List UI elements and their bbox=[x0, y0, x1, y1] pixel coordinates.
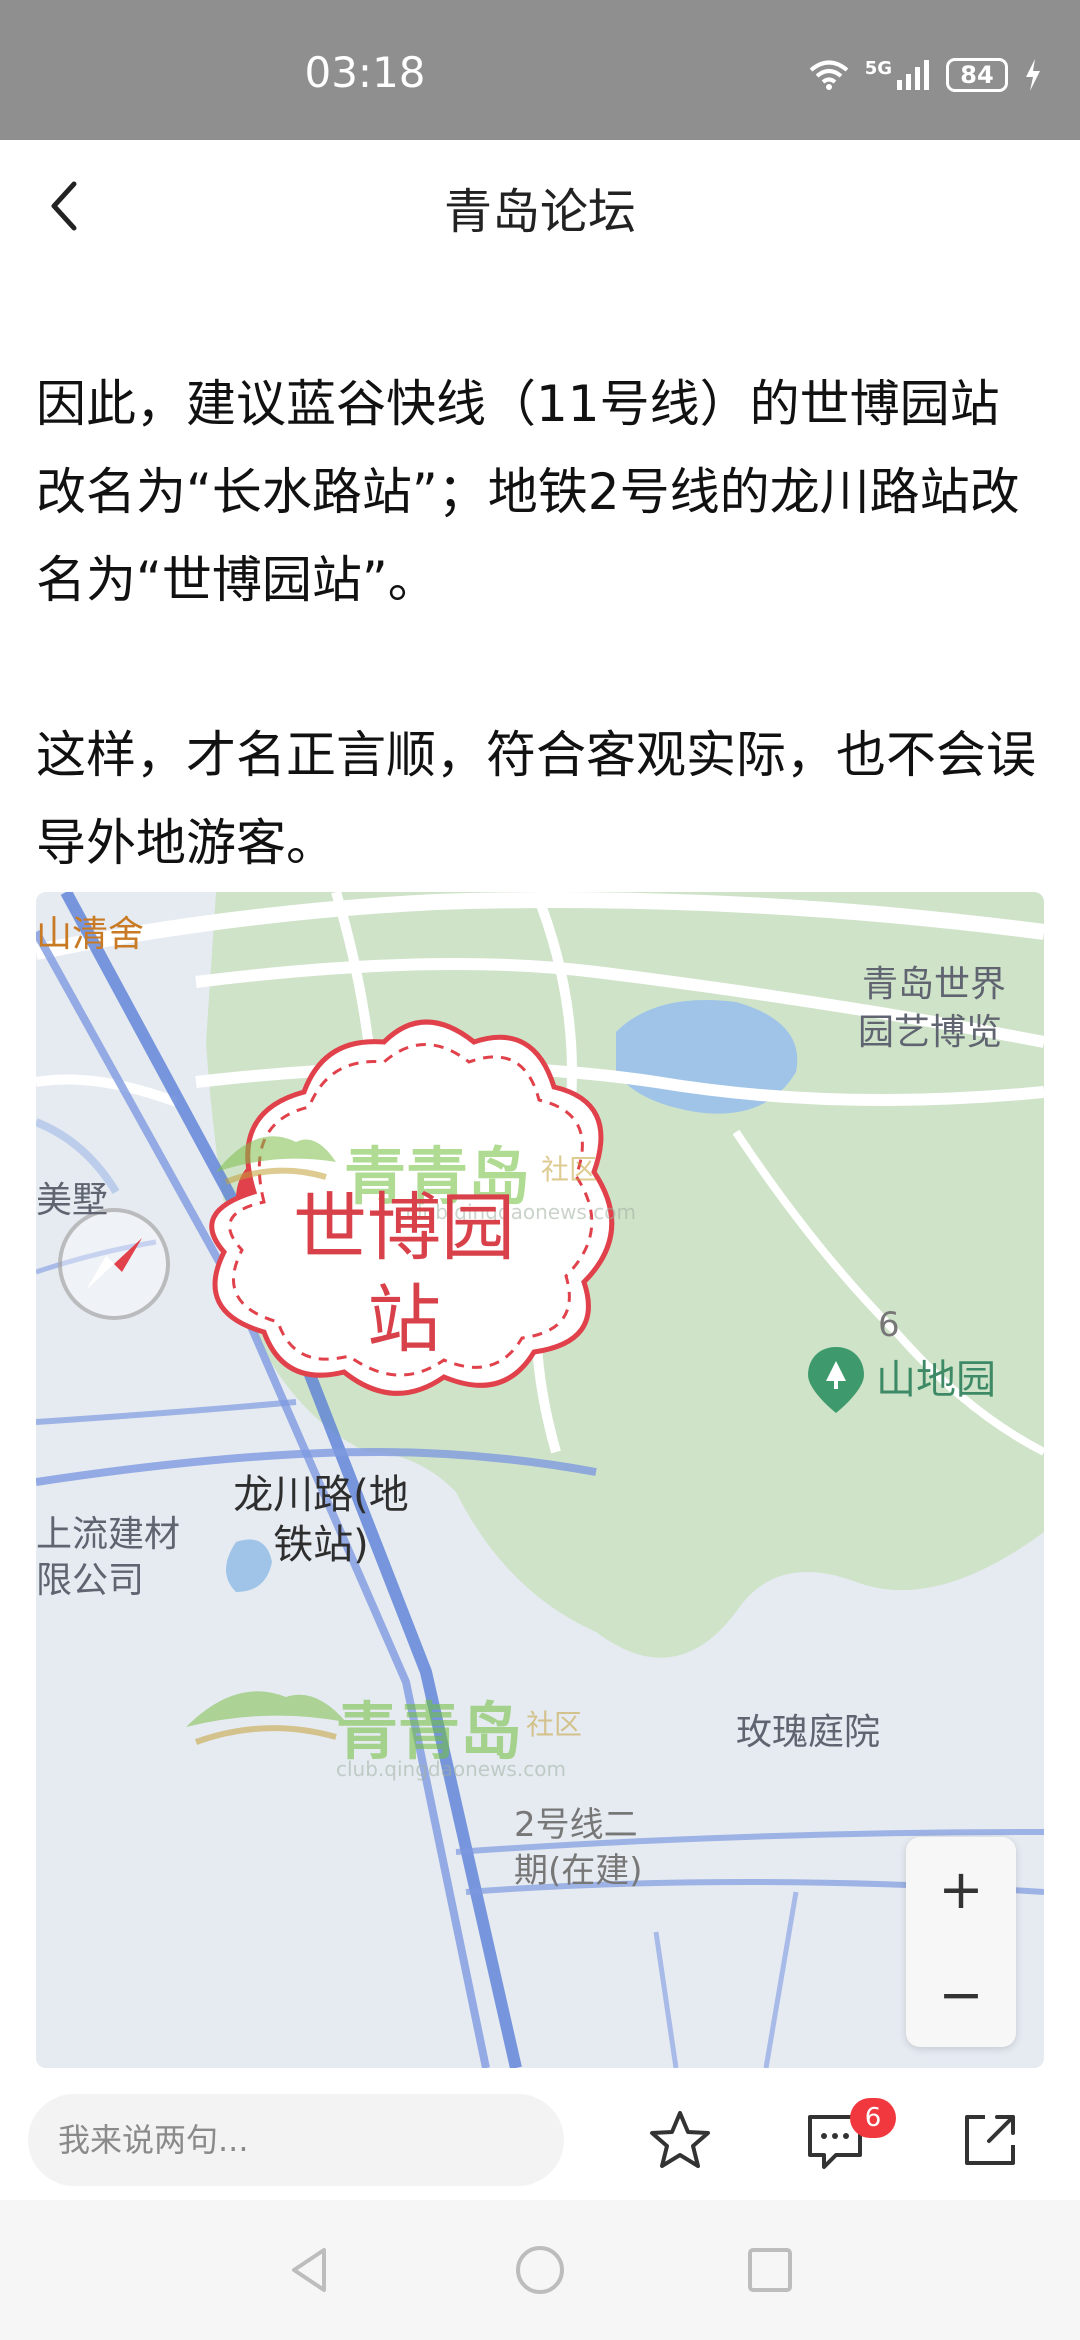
article-paragraph: 因此，建议蓝谷快线（11号线）的世博园站改名为“长水路站”；地铁2号线的龙川路站… bbox=[36, 375, 1020, 609]
comment-input[interactable]: 我来说两句... bbox=[28, 2094, 564, 2186]
bottom-action-bar: 我来说两句... 6 bbox=[0, 2080, 1080, 2200]
map-label: 青岛世界 bbox=[862, 962, 1042, 1008]
map-label: 6 bbox=[878, 1305, 900, 1345]
map-label: 美墅 bbox=[36, 1180, 109, 1221]
watermark-logo: 青青岛 社区 club.qingdaonews.com bbox=[186, 1677, 646, 1807]
share-icon[interactable] bbox=[955, 2105, 1025, 2175]
status-time: 03:18 bbox=[304, 48, 426, 97]
zoom-out-button[interactable]: − bbox=[906, 1942, 1016, 2047]
watermark-sub: 社区 bbox=[526, 1708, 583, 1741]
map-label: 上流建材 限公司 bbox=[36, 1512, 180, 1604]
callout-line: 世博园 bbox=[293, 1185, 515, 1271]
map-label-line: 2号线二 bbox=[514, 1805, 638, 1845]
star-icon[interactable] bbox=[645, 2105, 715, 2175]
battery-level: 84 bbox=[960, 61, 994, 89]
battery-icon: 84 bbox=[946, 58, 1008, 92]
comment-count-badge: 6 bbox=[850, 2098, 896, 2138]
compass-icon[interactable] bbox=[58, 1208, 170, 1320]
system-nav-bar bbox=[0, 2200, 1080, 2340]
nav-back-icon[interactable] bbox=[280, 2240, 340, 2300]
map-label-line: 期(在建) bbox=[514, 1851, 643, 1891]
station-callout-text: 世博园 站 bbox=[269, 1182, 539, 1366]
zoom-controls: + − bbox=[906, 1837, 1016, 2047]
network-type: 5G bbox=[864, 58, 892, 79]
station-label-line: 龙川路(地 bbox=[233, 1472, 409, 1518]
page-title: 青岛论坛 bbox=[443, 184, 636, 240]
map-label-line: 限公司 bbox=[36, 1560, 145, 1601]
article-paragraph: 这样，才名正言顺，符合客观实际，也不会误导外地游客。 bbox=[36, 726, 1036, 872]
watermark-url: club.qingdaonews.com bbox=[336, 1757, 566, 1781]
page-header: 青岛论坛 bbox=[0, 140, 1080, 270]
map-label: 园艺博览 bbox=[858, 1012, 1003, 1053]
map-label: 山清舍 bbox=[36, 914, 145, 955]
signal-icon bbox=[897, 60, 929, 90]
map-label: 玫瑰庭院 bbox=[736, 1712, 881, 1753]
nav-home-icon[interactable] bbox=[510, 2240, 570, 2300]
wifi-icon bbox=[809, 60, 848, 90]
map-label-line: 上流建材 bbox=[36, 1514, 181, 1555]
callout-line: 站 bbox=[367, 1277, 441, 1363]
status-icons: 5G 84 bbox=[809, 58, 1042, 92]
park-marker-icon bbox=[806, 1347, 866, 1413]
station-label: 龙川路(地 铁站) bbox=[196, 1470, 446, 1570]
map-label: 2号线二 期(在建) bbox=[514, 1802, 643, 1894]
nav-recents-icon[interactable] bbox=[740, 2240, 800, 2300]
watermark-sub: 社区 bbox=[541, 1153, 598, 1186]
article-body: 因此，建议蓝谷快线（11号线）的世博园站改名为“长水路站”；地铁2号线的龙川路站… bbox=[36, 360, 1046, 887]
zoom-in-button[interactable]: + bbox=[906, 1837, 1016, 1942]
map-label: 山地园 bbox=[876, 1357, 996, 1403]
charging-icon bbox=[1026, 59, 1040, 91]
station-label-line: 铁站) bbox=[273, 1522, 369, 1568]
map-image: 青青岛 社区 club.qingdaonews.com 青青岛 社区 club.… bbox=[36, 892, 1044, 2068]
status-bar: 03:18 5G 84 bbox=[0, 0, 1080, 140]
map-label-line: 青岛世界 bbox=[862, 964, 1007, 1005]
